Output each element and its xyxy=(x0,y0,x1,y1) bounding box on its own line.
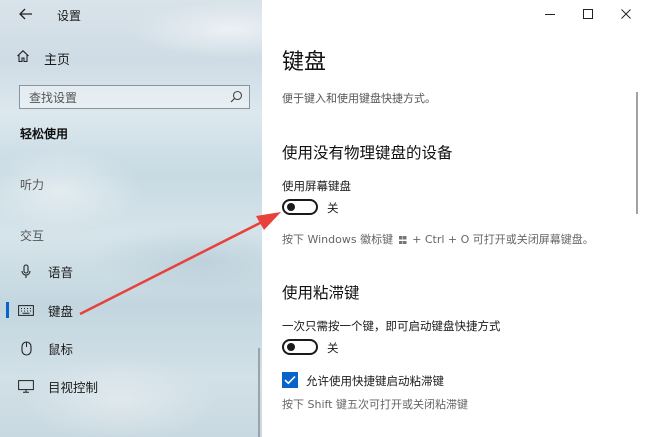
section-heading-touch-keyboard: 使用没有物理键盘的设备 xyxy=(282,144,453,162)
section-title: 轻松使用 xyxy=(20,127,69,141)
sidebar-item-label: 目视控制 xyxy=(48,379,99,395)
sidebar-item-home[interactable]: 主页 xyxy=(16,48,70,68)
page-subtitle: 便于键入和使用键盘快捷方式。 xyxy=(282,92,436,105)
sidebar-item-eye-control[interactable]: 目视控制 xyxy=(0,371,262,401)
keyboard-icon xyxy=(18,302,34,318)
toggle-state-label: 关 xyxy=(327,201,339,215)
on-screen-keyboard-hint: 按下 Windows 徽标键 + Ctrl + O 可打开或关闭屏幕键盘。 xyxy=(282,233,594,246)
back-arrow-icon[interactable] xyxy=(17,5,35,23)
microphone-icon xyxy=(18,263,34,279)
search-icon[interactable] xyxy=(230,90,243,106)
search-placeholder: 查找设置 xyxy=(29,90,78,105)
on-screen-keyboard-label: 使用屏幕键盘 xyxy=(282,179,351,193)
home-label: 主页 xyxy=(44,52,71,68)
sidebar-item-label: 鼠标 xyxy=(48,341,74,357)
sticky-keys-shortcut-checkbox[interactable] xyxy=(282,372,298,388)
section-heading-sticky-keys: 使用粘滞键 xyxy=(282,284,360,302)
sidebar-item-speech[interactable]: 语音 xyxy=(0,256,262,286)
sidebar-item-mouse[interactable]: 鼠标 xyxy=(0,333,262,363)
minimize-icon[interactable] xyxy=(530,0,570,28)
window-title: 设置 xyxy=(57,9,82,23)
sidebar: 设置 主页 查找设置 轻松使用 听力 交互 语音 键盘 鼠标 目视控制 xyxy=(0,0,262,437)
sidebar-item-label: 语音 xyxy=(48,264,74,280)
eye-control-icon xyxy=(18,378,34,394)
sidebar-item-label: 键盘 xyxy=(48,303,74,319)
toggle-state-label: 关 xyxy=(327,341,339,355)
sticky-keys-shortcut-label: 允许使用快捷键启动粘滞键 xyxy=(306,374,444,388)
on-screen-keyboard-toggle[interactable] xyxy=(282,199,318,215)
sticky-keys-toggle[interactable] xyxy=(282,339,318,355)
sidebar-scrollbar[interactable] xyxy=(258,348,260,437)
mouse-icon xyxy=(18,340,34,356)
sticky-keys-label: 一次只需按一个键，即可启动键盘快捷方式 xyxy=(282,319,501,333)
sticky-keys-hint: 按下 Shift 键五次可打开或关闭粘滞键 xyxy=(282,398,468,411)
checkmark-icon xyxy=(284,375,296,385)
maximize-icon[interactable] xyxy=(568,0,608,28)
group-label-interaction: 交互 xyxy=(20,229,45,243)
close-icon[interactable] xyxy=(606,0,646,28)
sidebar-item-keyboard[interactable]: 键盘 xyxy=(0,295,262,325)
group-label-hearing: 听力 xyxy=(20,178,45,192)
windows-logo-icon xyxy=(398,236,407,244)
search-input[interactable]: 查找设置 xyxy=(19,85,250,109)
content-pane: 键盘 便于键入和使用键盘快捷方式。 使用没有物理键盘的设备 使用屏幕键盘 关 按… xyxy=(262,0,650,437)
content-scrollbar[interactable] xyxy=(636,92,638,214)
page-title: 键盘 xyxy=(282,50,327,75)
home-icon xyxy=(16,49,30,67)
